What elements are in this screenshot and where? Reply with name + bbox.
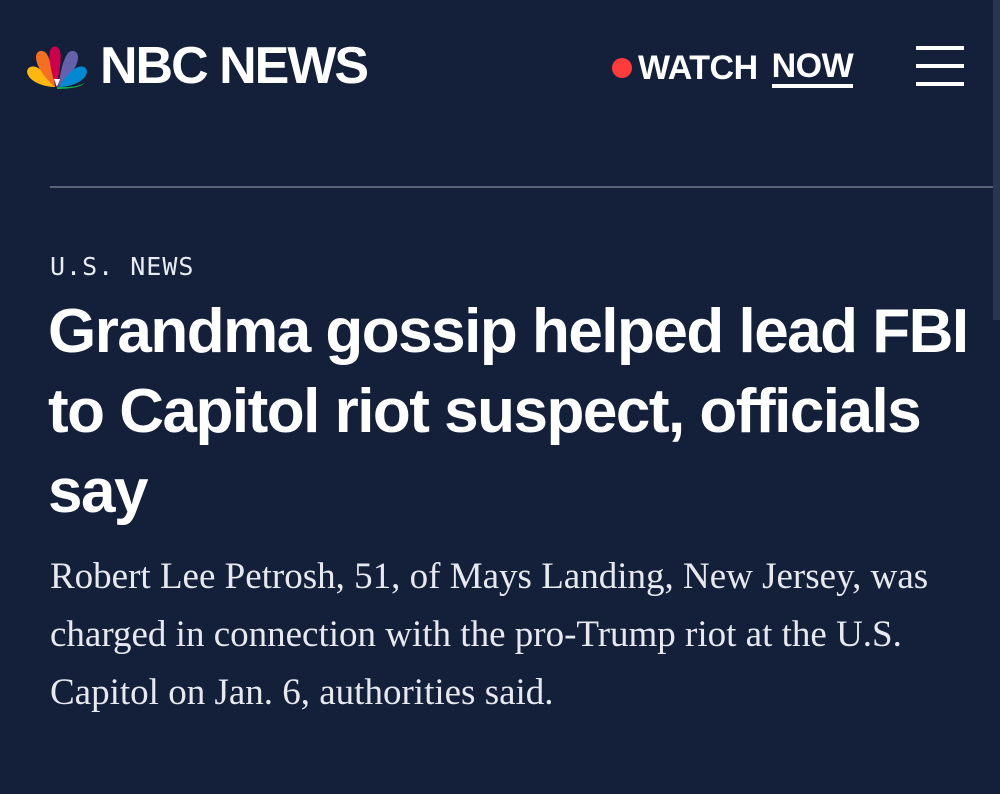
menu-bar <box>916 46 964 50</box>
hamburger-menu-icon[interactable] <box>916 46 964 86</box>
article-category-link[interactable]: U.S. NEWS <box>50 252 194 281</box>
nbc-news-logo[interactable]: NBC NEWS <box>24 37 369 95</box>
article-summary: Robert Lee Petrosh, 51, of Mays Landing,… <box>50 556 929 713</box>
watch-now-button[interactable]: WATCH NOW <box>612 46 854 90</box>
now-label: NOW <box>771 48 854 88</box>
nbc-peacock-icon <box>27 46 87 89</box>
menu-bar <box>916 82 964 86</box>
brand-name: NBC NEWS <box>100 37 369 95</box>
menu-bar <box>916 64 964 68</box>
site-header: NBC NEWS WATCH NOW <box>0 0 1000 140</box>
watch-label: WATCH <box>638 48 758 87</box>
page-scrollbar[interactable] <box>993 0 1000 320</box>
header-divider <box>50 186 1000 188</box>
live-dot-icon <box>612 58 632 78</box>
article-headline: Grandma gossip helped lead FBI to Capito… <box>48 297 969 526</box>
